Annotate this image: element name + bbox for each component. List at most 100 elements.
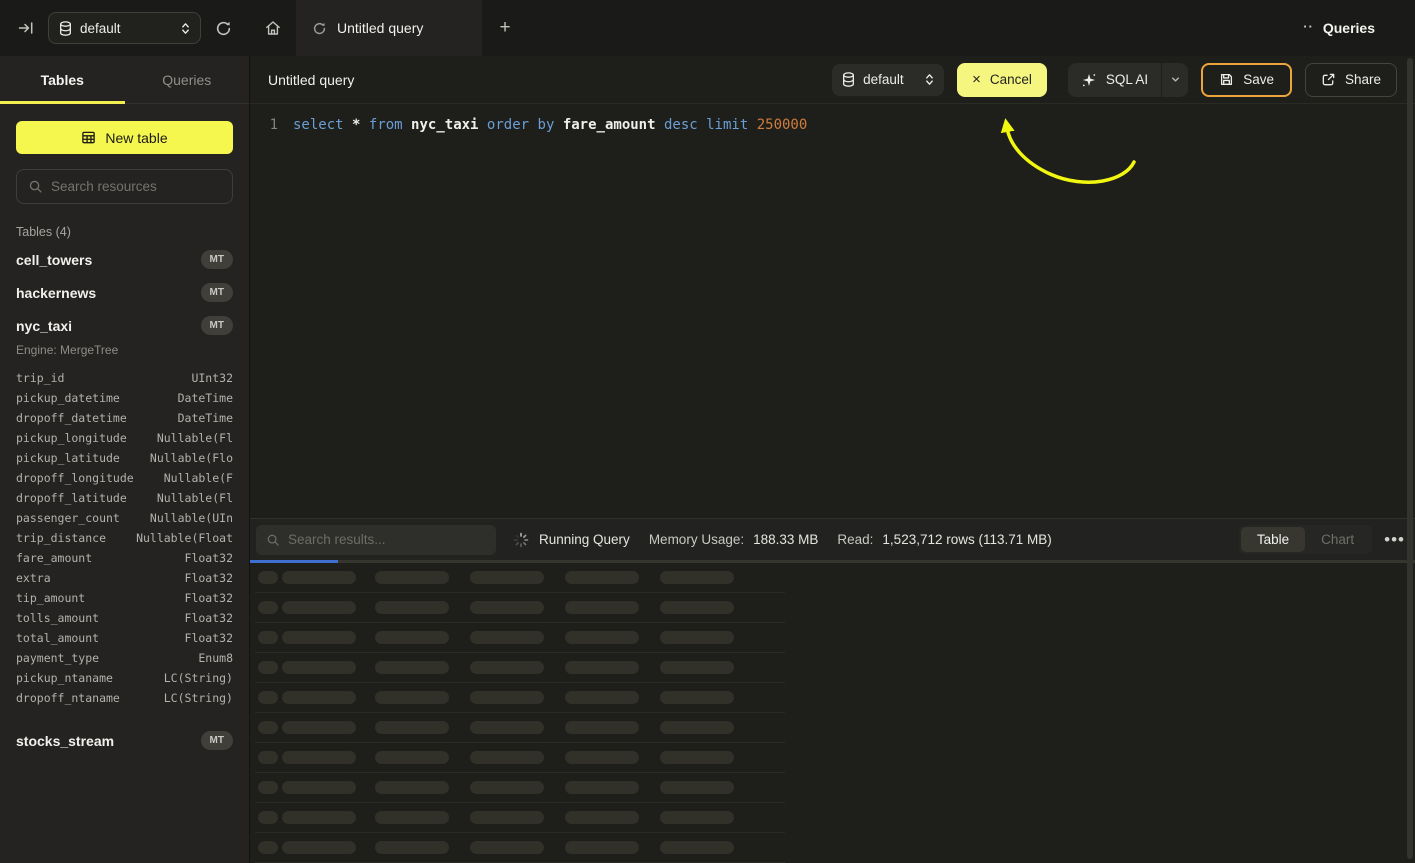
skeleton-row [255, 833, 785, 863]
column-type: DateTime [178, 388, 233, 408]
tab-untitled-query[interactable]: Untitled query [296, 0, 482, 56]
column-row: payment_typeEnum8 [16, 648, 233, 668]
sql-ai-dropdown[interactable] [1161, 63, 1188, 97]
column-row: dropoff_latitudeNullable(Fl [16, 488, 233, 508]
column-name: extra [16, 568, 51, 588]
code-token [360, 117, 368, 133]
home-icon [264, 19, 282, 37]
column-row: pickup_datetimeDateTime [16, 388, 233, 408]
sql-editor[interactable]: 1 select * from nyc_taxi order by fare_a… [250, 104, 1415, 518]
skeleton-cell [375, 781, 449, 794]
skeleton-cell [470, 571, 544, 584]
sidebar-tab-queries[interactable]: Queries [125, 56, 250, 103]
new-table-button[interactable]: New table [16, 121, 233, 154]
column-name: total_amount [16, 628, 99, 648]
tables-section-header: Tables (4) [16, 225, 233, 239]
skeleton-cell [258, 661, 278, 674]
top-bar: default [0, 0, 1415, 56]
share-button[interactable]: Share [1305, 63, 1397, 97]
skeleton-cell [282, 751, 356, 764]
skeleton-cell [258, 691, 278, 704]
table-row-cell_towers[interactable]: cell_towersMT [16, 243, 233, 276]
column-name: tip_amount [16, 588, 85, 608]
query-running-sync-icon [312, 21, 327, 36]
loading-spinner-icon [513, 532, 529, 548]
column-row: pickup_longitudeNullable(Fl [16, 428, 233, 448]
table-engine-badge: MT [201, 731, 233, 750]
results-search-input[interactable] [288, 532, 486, 547]
sql-ai-button[interactable]: SQL AI [1068, 63, 1188, 97]
sidebar-tab-tables[interactable]: Tables [0, 56, 125, 103]
column-type: DateTime [178, 408, 233, 428]
skeleton-cell [565, 571, 639, 584]
column-type: Nullable(Flo [150, 448, 233, 468]
read-value: 1,523,712 rows (113.71 MB) [882, 532, 1051, 547]
column-name: pickup_longitude [16, 428, 127, 448]
refresh-button[interactable] [211, 16, 236, 41]
sql-ai-main[interactable]: SQL AI [1068, 63, 1161, 97]
vertical-scrollbar[interactable] [1407, 58, 1413, 859]
table-row-nyc_taxi[interactable]: nyc_taxiMT [16, 309, 233, 342]
code-line: select * from nyc_taxi order by fare_amo… [293, 115, 807, 136]
code-token [748, 117, 756, 133]
view-toggle-chart[interactable]: Chart [1305, 527, 1370, 552]
column-name: trip_distance [16, 528, 106, 548]
query-status: Running Query [539, 532, 630, 547]
column-row: dropoff_ntanameLC(String) [16, 688, 233, 708]
database-icon [59, 21, 72, 36]
collapse-sidebar-button[interactable] [14, 16, 38, 40]
save-floppy-icon [1219, 72, 1234, 87]
skeleton-cell [470, 781, 544, 794]
column-name: tolls_amount [16, 608, 99, 628]
skeleton-row [255, 773, 785, 803]
table-row-hackernews[interactable]: hackernewsMT [16, 276, 233, 309]
skeleton-cell [375, 721, 449, 734]
skeleton-cell [565, 601, 639, 614]
column-row: trip_idUInt32 [16, 368, 233, 388]
column-row: dropoff_datetime DateTime [16, 408, 233, 428]
skeleton-cell [375, 691, 449, 704]
database-selector-top[interactable]: default [48, 12, 201, 44]
save-button[interactable]: Save [1201, 63, 1292, 97]
skeleton-cell [565, 841, 639, 854]
skeleton-cell [282, 601, 356, 614]
view-toggle: TableChart [1239, 525, 1372, 554]
skeleton-row [255, 563, 785, 593]
code-token [344, 117, 352, 133]
query-actions: default × Cancel [832, 63, 1397, 97]
column-type: UInt32 [191, 368, 233, 388]
home-button[interactable] [250, 0, 296, 56]
table-engine-badge: MT [201, 283, 233, 302]
table-row-stocks_stream[interactable]: stocks_streamMT [16, 724, 233, 757]
database-selector-query[interactable]: default [832, 64, 944, 96]
chevron-updown-icon [925, 72, 934, 87]
resource-search-input[interactable] [51, 179, 221, 194]
column-type: Float32 [185, 608, 233, 628]
skeleton-cell [470, 841, 544, 854]
query-title: Untitled query [268, 72, 354, 88]
skeleton-cell [660, 751, 734, 764]
results-panel: Running Query Memory Usage: 188.33 MB Re… [250, 518, 1415, 863]
skeleton-cell [258, 631, 278, 644]
database-icon [842, 72, 855, 87]
column-type: Nullable(Float [136, 528, 233, 548]
column-name: dropoff_datetime [16, 408, 127, 428]
sidebar-top-controls: default [0, 0, 250, 56]
share-label: Share [1345, 72, 1381, 87]
skeleton-cell [375, 601, 449, 614]
more-options-button[interactable]: ••• [1384, 531, 1405, 548]
skeleton-cell [660, 781, 734, 794]
cancel-button[interactable]: × Cancel [957, 63, 1047, 97]
skeleton-cell [470, 661, 544, 674]
queries-link-top[interactable]: ·· Queries [1303, 0, 1415, 56]
view-toggle-table[interactable]: Table [1241, 527, 1305, 552]
read-label: Read: [837, 532, 873, 547]
sql-console-window: default [0, 0, 1415, 863]
column-row: tolls_amount Float32 [16, 608, 233, 628]
new-tab-button[interactable]: + [482, 0, 528, 56]
skeleton-cell [565, 751, 639, 764]
sparkle-icon [1081, 72, 1097, 88]
skeleton-cell [258, 781, 278, 794]
skeleton-table [250, 563, 1415, 863]
column-name: payment_type [16, 648, 99, 668]
